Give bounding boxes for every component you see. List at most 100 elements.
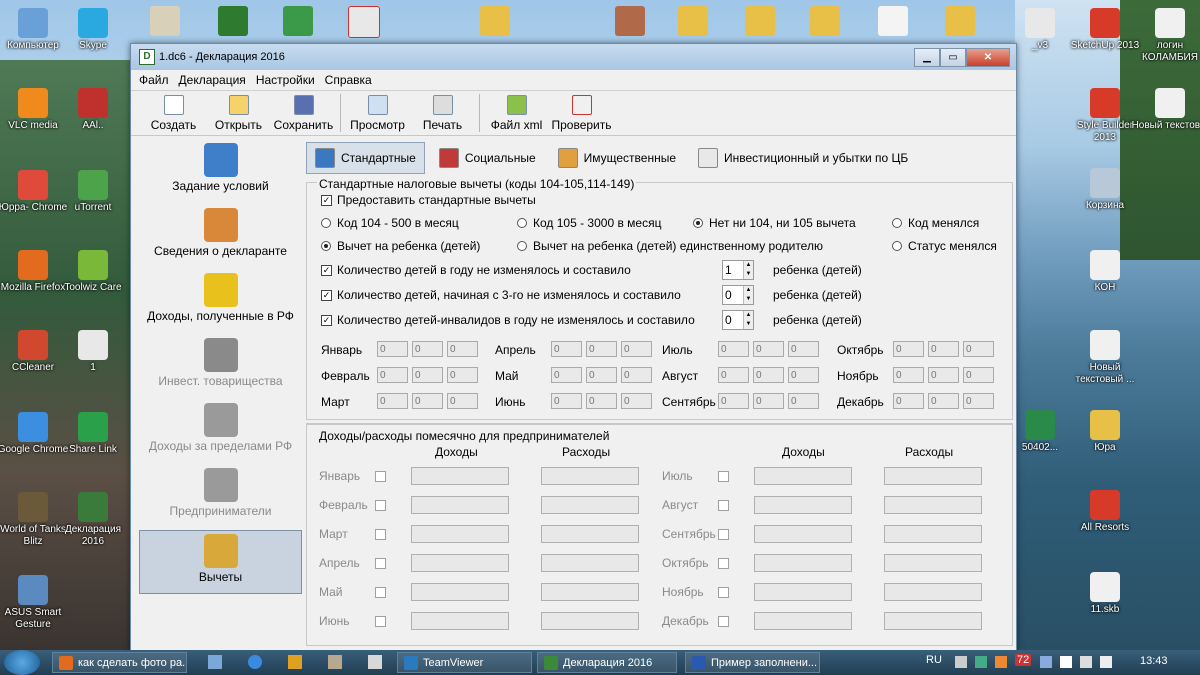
nav-item[interactable]: Предприниматели	[139, 468, 302, 530]
folder-icon[interactable]	[678, 6, 708, 36]
desktop-icon[interactable]: Юра	[1065, 410, 1145, 454]
nav-item[interactable]: Доходы за пределами РФ	[139, 403, 302, 465]
income-input[interactable]	[411, 467, 509, 485]
child-count-spinner[interactable]: 0 ▲ ▼	[722, 285, 754, 305]
folder-icon[interactable]	[810, 6, 840, 36]
entrepreneur-month-checkbox[interactable]	[375, 500, 386, 511]
month-input[interactable]: 0	[893, 393, 924, 409]
month-input[interactable]: 0	[377, 393, 408, 409]
desktop-icon-top[interactable]	[218, 6, 248, 36]
desktop-icon[interactable]: uTorrent	[57, 170, 129, 214]
maximize-button[interactable]: ▭	[940, 47, 966, 67]
clock[interactable]: 13:43	[1140, 655, 1168, 667]
provide-standard-checkbox[interactable]: ✓ Предоставить стандартные вычеты	[321, 193, 536, 207]
tray-icon[interactable]	[1040, 656, 1052, 668]
income-input[interactable]	[411, 583, 509, 601]
minimize-button[interactable]: ▁	[914, 47, 940, 67]
nav-item[interactable]: Инвест. товарищества	[139, 338, 302, 400]
month-input[interactable]: 0	[447, 341, 478, 357]
month-input[interactable]: 0	[551, 341, 582, 357]
tray-icon[interactable]	[975, 656, 987, 668]
income-input[interactable]	[754, 496, 852, 514]
income-input[interactable]	[754, 525, 852, 543]
income-input[interactable]	[754, 612, 852, 630]
child-radio[interactable]: Вычет на ребенка (детей) единственному р…	[517, 239, 823, 253]
month-input[interactable]: 0	[718, 367, 749, 383]
menu-settings[interactable]: Настройки	[256, 73, 315, 87]
taskbar-item[interactable]: как сделать фото ра...	[52, 652, 187, 673]
check-button[interactable]: Проверить	[549, 95, 614, 135]
code-radio[interactable]: Код менялся	[892, 216, 979, 230]
entrepreneur-month-checkbox[interactable]	[718, 500, 729, 511]
month-input[interactable]: 0	[412, 341, 443, 357]
entrepreneur-month-checkbox[interactable]	[718, 529, 729, 540]
xml-file-button[interactable]: Файл xml	[484, 95, 549, 135]
notification-badge[interactable]: 72	[1015, 654, 1032, 666]
month-input[interactable]: 0	[412, 393, 443, 409]
code-radio[interactable]: Нет ни 104, ни 105 вычета	[693, 216, 856, 230]
month-input[interactable]: 0	[753, 393, 784, 409]
expense-input[interactable]	[541, 467, 639, 485]
print-button[interactable]: Печать	[410, 95, 475, 135]
expense-input[interactable]	[884, 554, 982, 572]
nav-item[interactable]: Доходы, полученные в РФ	[139, 273, 302, 335]
entrepreneur-month-checkbox[interactable]	[718, 558, 729, 569]
app-icon-taskbar[interactable]	[328, 655, 342, 669]
desktop-icon[interactable]: Skype	[57, 8, 129, 52]
income-input[interactable]	[411, 496, 509, 514]
nav-item[interactable]: Сведения о декларанте	[139, 208, 302, 270]
child-count-spinner[interactable]: 0 ▲ ▼	[722, 310, 754, 330]
close-button[interactable]: ✕	[966, 47, 1010, 67]
desktop-icon[interactable]: Новый текстов...	[1130, 88, 1200, 132]
tab-3[interactable]: Инвестиционный и убытки по ЦБ	[690, 143, 916, 173]
taskbar-item[interactable]: TeamViewer	[397, 652, 532, 673]
desktop-icon[interactable]: КОН	[1065, 250, 1145, 294]
desktop-icon[interactable]: логин КОЛАМБИЯ	[1130, 8, 1200, 64]
desktop-icon[interactable]: Новый текстовый ...	[1065, 330, 1145, 386]
expense-input[interactable]	[541, 525, 639, 543]
desktop-icon[interactable]: ASUS Smart Gesture	[0, 575, 69, 631]
desktop-icon[interactable]: Toolwiz Care	[57, 250, 129, 294]
month-input[interactable]: 0	[447, 367, 478, 383]
preview-button[interactable]: Просмотр	[345, 95, 410, 135]
month-input[interactable]: 0	[621, 367, 652, 383]
month-input[interactable]: 0	[377, 367, 408, 383]
menu-file[interactable]: Файл	[139, 73, 169, 87]
month-input[interactable]: 0	[963, 367, 994, 383]
child-count-row[interactable]: ✓ Количество детей, начиная с 3-го не изм…	[321, 288, 681, 302]
month-input[interactable]: 0	[788, 341, 819, 357]
child-count-spinner[interactable]: 1 ▲ ▼	[722, 260, 754, 280]
month-input[interactable]: 0	[753, 341, 784, 357]
taskbar-item[interactable]: Декларация 2016	[537, 652, 677, 673]
ie-icon[interactable]	[248, 655, 262, 669]
entrepreneur-month-checkbox[interactable]	[718, 587, 729, 598]
desktop-icon[interactable]: AAl..	[57, 88, 129, 132]
menu-help[interactable]: Справка	[325, 73, 372, 87]
month-input[interactable]: 0	[447, 393, 478, 409]
income-input[interactable]	[754, 554, 852, 572]
expense-input[interactable]	[884, 525, 982, 543]
open-button[interactable]: Открыть	[206, 95, 271, 135]
entrepreneur-month-checkbox[interactable]	[718, 471, 729, 482]
desktop-icon[interactable]: All Resorts	[1065, 490, 1145, 534]
desktop-icon-top[interactable]	[150, 6, 180, 36]
month-input[interactable]: 0	[788, 367, 819, 383]
code-radio[interactable]: Код 104 - 500 в месяц	[321, 216, 459, 230]
child-radio[interactable]: Статус менялся	[892, 239, 997, 253]
income-input[interactable]	[411, 554, 509, 572]
income-input[interactable]	[411, 525, 509, 543]
nav-item[interactable]: Задание условий	[139, 143, 302, 205]
expense-input[interactable]	[541, 583, 639, 601]
desktop-icon[interactable]: Корзина	[1065, 168, 1145, 212]
title-bar[interactable]: D 1.dc6 - Декларация 2016 ▁ ▭ ✕	[131, 44, 1016, 70]
spinner-value[interactable]: 0	[723, 286, 743, 304]
tray-icon[interactable]	[1100, 656, 1112, 668]
desktop-icon-top[interactable]	[283, 6, 313, 36]
explorer-icon[interactable]	[208, 655, 222, 669]
start-button[interactable]	[4, 650, 40, 675]
desktop-icon[interactable]: Декларация 2016	[57, 492, 129, 548]
desktop-icon[interactable]: 11.skb	[1065, 572, 1145, 616]
media-player-icon[interactable]	[288, 655, 302, 669]
entrepreneur-month-checkbox[interactable]	[375, 471, 386, 482]
volume-icon[interactable]	[1080, 656, 1092, 668]
